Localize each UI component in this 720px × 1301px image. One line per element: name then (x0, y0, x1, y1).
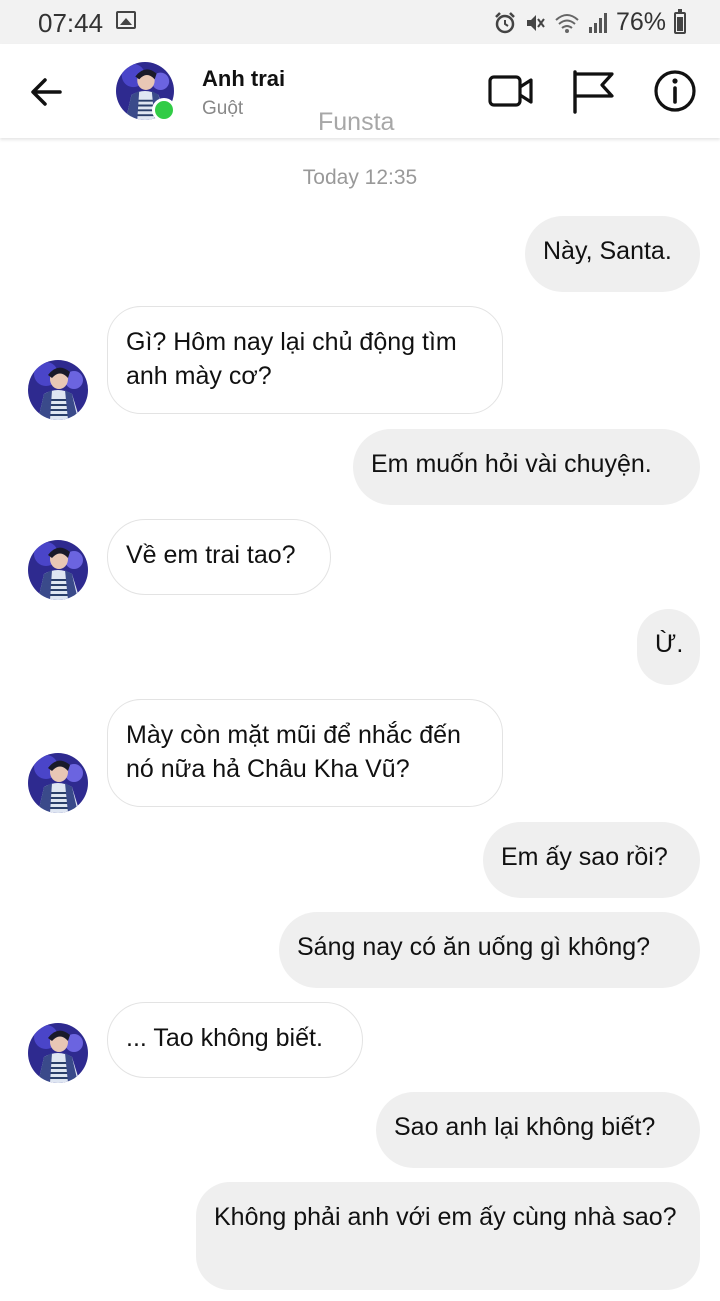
mute-icon (526, 14, 545, 31)
wifi-icon (555, 13, 579, 33)
watermark: Funsta (318, 108, 395, 136)
flag-icon[interactable] (570, 68, 616, 114)
video-call-icon[interactable] (488, 68, 534, 114)
status-time: 07:44 (38, 8, 104, 38)
outgoing-message[interactable]: Em muốn hỏi vài chuyện. (353, 429, 700, 505)
status-bar: 07:44 76% (0, 0, 720, 44)
battery-percent: 76% (615, 8, 666, 36)
incoming-message[interactable]: Mày còn mặt mũi để nhắc đến nó nữa hả Ch… (107, 699, 503, 807)
status-icons: 76% (494, 8, 686, 37)
outgoing-message[interactable]: Em ấy sao rồi? (483, 822, 700, 898)
incoming-message[interactable]: Gì? Hôm nay lại chủ động tìm anh mày cơ? (107, 306, 503, 414)
outgoing-message[interactable]: Này, Santa. (525, 216, 700, 292)
sender-avatar[interactable] (28, 540, 88, 600)
outgoing-message[interactable]: Ừ. (637, 609, 700, 685)
incoming-message[interactable]: Về em trai tao? (107, 519, 331, 595)
outgoing-message[interactable]: Sáng nay có ăn uống gì không? (279, 912, 700, 988)
info-icon[interactable] (652, 68, 698, 114)
incoming-message[interactable]: ... Tao không biết. (107, 1002, 363, 1078)
alarm-icon (495, 11, 515, 33)
signal-icon (588, 12, 607, 33)
gallery-icon (116, 11, 136, 29)
back-arrow-icon[interactable] (28, 72, 68, 112)
contact-subtitle: Guột (202, 98, 244, 119)
sender-avatar[interactable] (28, 753, 88, 813)
battery-icon (674, 8, 686, 34)
sender-avatar[interactable] (28, 1023, 88, 1083)
online-status-dot (152, 98, 176, 122)
chat-header: Anh trai Guột Funsta (0, 44, 720, 138)
timestamp: Today 12:35 (302, 166, 418, 189)
sender-avatar[interactable] (28, 360, 88, 420)
contact-name[interactable]: Anh trai (202, 66, 285, 92)
outgoing-message[interactable]: Sao anh lại không biết? (376, 1092, 700, 1168)
outgoing-message[interactable]: Không phải anh với em ấy cùng nhà sao? (196, 1182, 700, 1290)
